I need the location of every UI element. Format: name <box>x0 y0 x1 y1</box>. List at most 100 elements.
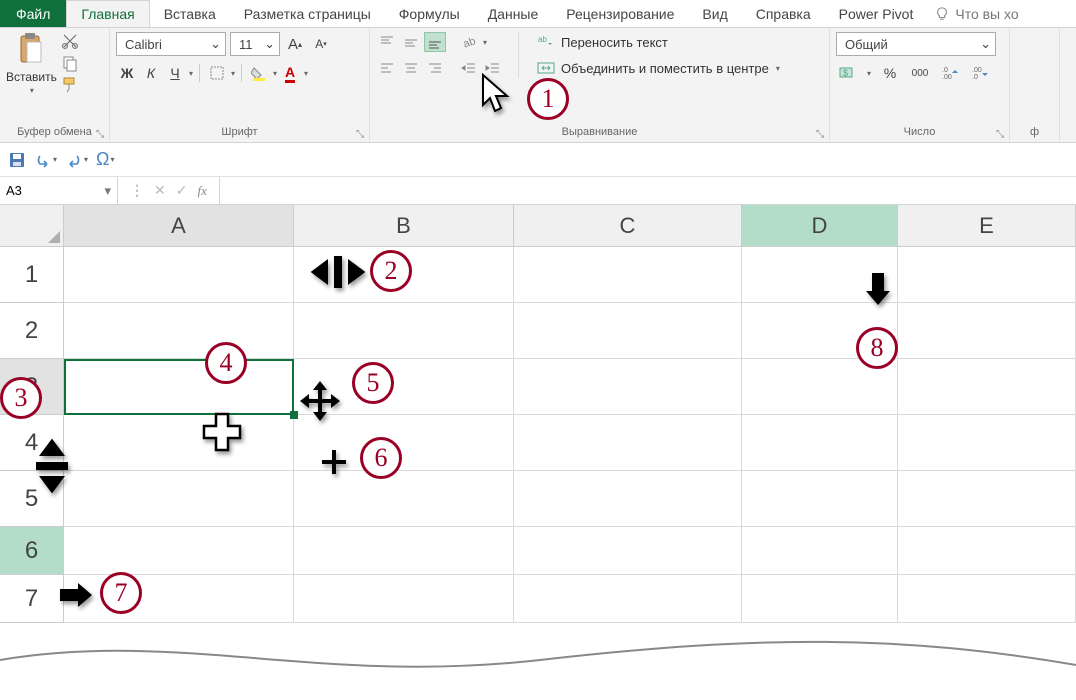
formula-box-options-icon[interactable]: ⋮ <box>130 182 144 199</box>
orientation-icon[interactable]: ab <box>458 32 480 52</box>
align-left-icon[interactable] <box>376 58 398 78</box>
cell-B2[interactable] <box>294 303 514 359</box>
column-header-D[interactable]: D <box>742 205 898 247</box>
cell-E7[interactable] <box>898 575 1076 623</box>
name-box[interactable]: A3 ▾ <box>0 177 118 204</box>
cell-C3[interactable] <box>514 359 742 415</box>
align-right-icon[interactable] <box>424 58 446 78</box>
row-header-1[interactable]: 1 <box>0 247 64 303</box>
percent-format-button[interactable]: % <box>879 62 901 84</box>
comma-format-button[interactable]: 000 <box>909 62 931 84</box>
enter-formula-icon[interactable]: ✓ <box>176 182 188 199</box>
tab-help[interactable]: Справка <box>742 0 825 27</box>
omega-button[interactable]: Ω▾ <box>96 149 114 170</box>
cell-A4[interactable] <box>64 415 294 471</box>
formula-input[interactable] <box>220 177 1076 204</box>
tab-review[interactable]: Рецензирование <box>552 0 688 27</box>
cell-C2[interactable] <box>514 303 742 359</box>
column-header-C[interactable]: C <box>514 205 742 247</box>
cell-C1[interactable] <box>514 247 742 303</box>
paste-button[interactable]: Вставить ▾ <box>6 32 57 95</box>
cell-A1[interactable] <box>64 247 294 303</box>
decrease-font-icon[interactable]: A▾ <box>310 33 332 55</box>
tab-formulas[interactable]: Формулы <box>385 0 474 27</box>
cell-E4[interactable] <box>898 415 1076 471</box>
row-header-7[interactable]: 7 <box>0 575 64 623</box>
ribbon-tabs: Файл Главная Вставка Разметка страницы Ф… <box>0 0 1076 28</box>
select-cell-cursor-icon <box>200 410 244 454</box>
bold-button[interactable]: Ж <box>116 62 138 84</box>
increase-font-icon[interactable]: A▴ <box>284 33 306 55</box>
row-header-2[interactable]: 2 <box>0 303 64 359</box>
cell-C7[interactable] <box>514 575 742 623</box>
font-color-button[interactable]: A <box>279 62 301 84</box>
cell-C6[interactable] <box>514 527 742 575</box>
cut-icon[interactable] <box>61 32 79 50</box>
tab-page-layout[interactable]: Разметка страницы <box>230 0 385 27</box>
wrap-text-button[interactable]: ab Переносить текст <box>533 32 784 52</box>
align-center-icon[interactable] <box>400 58 422 78</box>
cell-A2[interactable] <box>64 303 294 359</box>
cell-C4[interactable] <box>514 415 742 471</box>
number-launcher-icon[interactable]: ⤡ <box>996 129 1006 139</box>
cell-B7[interactable] <box>294 575 514 623</box>
tab-insert[interactable]: Вставка <box>150 0 230 27</box>
alignment-launcher-icon[interactable]: ⤡ <box>816 129 826 139</box>
merge-center-button[interactable]: Объединить и поместить в центре ▾ <box>533 58 784 78</box>
cell-E2[interactable] <box>898 303 1076 359</box>
cell-B6[interactable] <box>294 527 514 575</box>
cell-A6[interactable] <box>64 527 294 575</box>
font-name-combo[interactable]: Calibri ⌄ <box>116 32 226 56</box>
tab-view[interactable]: Вид <box>688 0 741 27</box>
column-header-B[interactable]: B <box>294 205 514 247</box>
cell-D6[interactable] <box>742 527 898 575</box>
decrease-indent-icon[interactable] <box>458 58 480 78</box>
cell-D4[interactable] <box>742 415 898 471</box>
tab-home[interactable]: Главная <box>66 0 149 27</box>
cell-E6[interactable] <box>898 527 1076 575</box>
clipboard-launcher-icon[interactable]: ⤡ <box>96 129 106 139</box>
row-header-6[interactable]: 6 <box>0 527 64 575</box>
increase-decimal-icon[interactable]: .0.00 <box>939 62 961 84</box>
tell-me-search[interactable]: Что вы хо <box>927 0 1026 27</box>
cell-E5[interactable] <box>898 471 1076 527</box>
italic-button[interactable]: К <box>140 62 162 84</box>
tab-file[interactable]: Файл <box>0 0 66 27</box>
tab-powerpivot[interactable]: Power Pivot <box>825 0 928 27</box>
format-painter-icon[interactable] <box>61 76 79 94</box>
cell-A5[interactable] <box>64 471 294 527</box>
align-middle-icon[interactable] <box>400 32 422 52</box>
select-all-corner[interactable] <box>0 205 64 247</box>
fill-handle[interactable] <box>290 411 298 419</box>
column-header-E[interactable]: E <box>898 205 1076 247</box>
copy-icon[interactable] <box>61 54 79 72</box>
align-bottom-icon[interactable] <box>424 32 446 52</box>
font-size-combo[interactable]: 11 ⌄ <box>230 32 280 56</box>
group-overflow: ф <box>1010 28 1060 142</box>
cell-D7[interactable] <box>742 575 898 623</box>
group-font: Calibri ⌄ 11 ⌄ A▴ A▾ Ж К Ч ▾ ▾ <box>110 28 370 142</box>
cell-A7[interactable] <box>64 575 294 623</box>
cancel-formula-icon[interactable]: ✕ <box>154 182 166 199</box>
font-launcher-icon[interactable]: ⤡ <box>356 129 366 139</box>
borders-button[interactable] <box>206 62 228 84</box>
cell-C5[interactable] <box>514 471 742 527</box>
fill-color-button[interactable] <box>248 62 270 84</box>
align-top-icon[interactable] <box>376 32 398 52</box>
cell-B5[interactable] <box>294 471 514 527</box>
underline-button[interactable]: Ч <box>164 62 186 84</box>
accounting-format-icon[interactable]: $ <box>836 62 858 84</box>
number-format-combo[interactable]: Общий ⌄ <box>836 32 996 56</box>
undo-icon <box>34 152 52 168</box>
undo-button[interactable]: ▾ <box>34 152 57 168</box>
group-clipboard: Вставить ▾ Буфер обмена ⤡ <box>0 28 110 142</box>
cell-D5[interactable] <box>742 471 898 527</box>
cell-E3[interactable] <box>898 359 1076 415</box>
redo-button[interactable]: ▾ <box>65 152 88 168</box>
save-icon[interactable] <box>8 151 26 169</box>
tab-data[interactable]: Данные <box>474 0 553 27</box>
cell-E1[interactable] <box>898 247 1076 303</box>
decrease-decimal-icon[interactable]: .00.0 <box>969 62 991 84</box>
column-header-A[interactable]: A <box>64 205 294 247</box>
insert-function-icon[interactable]: fx <box>197 183 206 199</box>
